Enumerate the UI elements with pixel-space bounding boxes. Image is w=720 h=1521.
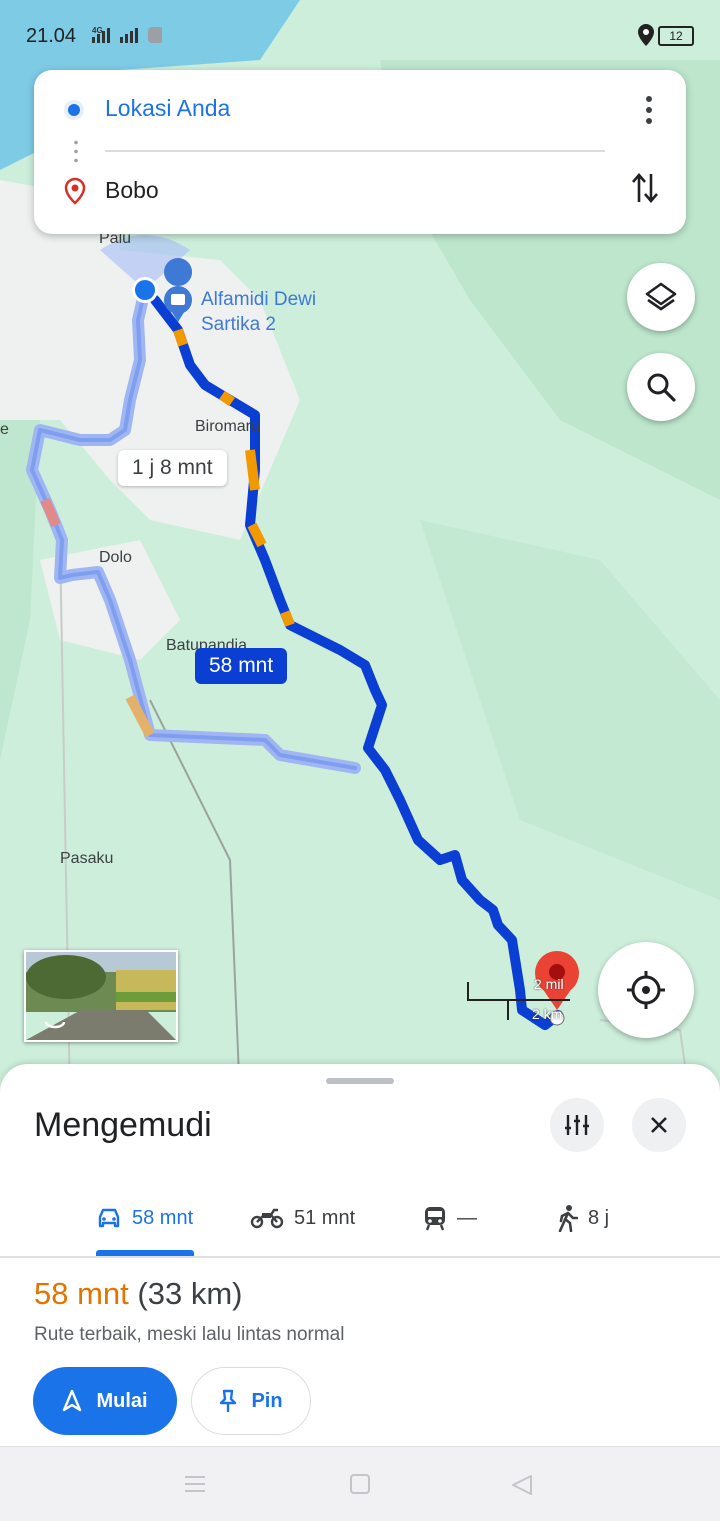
origin-field[interactable]: Lokasi Anda <box>105 95 230 122</box>
poi-label-line2: Sartika 2 <box>201 314 276 335</box>
motorcycle-icon <box>250 1208 284 1229</box>
poi-label[interactable]: Alfamidi Dewi Sartika 2 <box>201 287 316 337</box>
route-note: Rute terbaik, meski lalu lintas normal <box>34 1324 345 1345</box>
search-along-route-button[interactable] <box>627 353 695 421</box>
start-navigation-button[interactable]: Mulai <box>33 1367 177 1435</box>
my-location-button[interactable] <box>598 942 694 1038</box>
pin-label: Pin <box>251 1389 283 1412</box>
tab-motorcycle-label: 51 mnt <box>294 1206 356 1229</box>
pushpin-icon <box>220 1389 237 1412</box>
layers-icon <box>645 282 677 311</box>
close-icon <box>651 1117 667 1133</box>
sheet-title: Mengemudi <box>34 1106 212 1144</box>
route-distance: (33 km) <box>137 1276 243 1311</box>
directions-card: Lokasi Anda Bobo <box>34 70 686 234</box>
status-bar: 21.04 4G 12 <box>0 0 720 70</box>
fields-divider <box>105 150 605 152</box>
origin-dot-icon <box>64 100 84 120</box>
directions-sheet: Mengemudi 58 mnt 51 mnt — 8 j 58 mnt (33… <box>0 1064 720 1446</box>
status-time: 21.04 <box>26 25 77 47</box>
tab-transit-label: — <box>457 1206 477 1229</box>
tab-transit[interactable]: — <box>423 1198 477 1238</box>
destination-row[interactable]: Bobo <box>34 162 686 222</box>
map-label-dolo: Dolo <box>99 549 132 566</box>
crosshair-icon <box>627 971 665 1009</box>
layers-button[interactable] <box>627 263 695 331</box>
sliders-icon <box>565 1115 589 1135</box>
location-status-icon <box>638 24 654 51</box>
poi-label-line1: Alfamidi Dewi <box>201 289 317 310</box>
travel-mode-tabs: 58 mnt 51 mnt — 8 j <box>0 1190 720 1258</box>
home-nav-icon[interactable] <box>349 1473 371 1495</box>
active-tab-indicator <box>96 1250 194 1256</box>
map-scale: 2 mil 2 km <box>468 976 568 1022</box>
walk-icon <box>558 1205 578 1232</box>
tab-motorcycle[interactable]: 51 mnt <box>250 1198 355 1238</box>
alt-route-time-bubble[interactable]: 1 j 8 mnt <box>118 450 227 486</box>
destination-pin-icon <box>64 177 86 210</box>
pin-button[interactable]: Pin <box>191 1367 311 1435</box>
map-label-biromaru: Biromaru <box>195 418 260 435</box>
route-options-button[interactable] <box>550 1098 604 1152</box>
battery-indicator: 12 <box>658 26 694 46</box>
sheet-drag-handle[interactable] <box>326 1078 394 1084</box>
menu-nav-icon[interactable] <box>183 1473 207 1495</box>
search-icon <box>647 373 676 402</box>
main-route-time-bubble[interactable]: 58 mnt <box>195 648 288 684</box>
tab-walk[interactable]: 8 j <box>556 1198 609 1238</box>
close-button[interactable] <box>632 1098 686 1152</box>
map-label-pasaku: Pasaku <box>60 850 114 867</box>
system-nav-bar <box>0 1446 720 1521</box>
back-nav-icon[interactable] <box>510 1473 534 1497</box>
car-icon <box>98 1208 120 1228</box>
route-duration: 58 mnt <box>34 1276 129 1311</box>
tab-car-label: 58 mnt <box>132 1206 194 1229</box>
destination-field[interactable]: Bobo <box>105 177 159 204</box>
svg-text:4G: 4G <box>92 26 103 35</box>
start-label: Mulai <box>96 1389 148 1412</box>
scale-km: 2 km <box>532 1006 563 1022</box>
swap-direction-icon[interactable] <box>630 170 660 211</box>
more-options-icon[interactable] <box>646 96 652 124</box>
origin-row[interactable]: Lokasi Anda <box>34 80 686 140</box>
tab-walk-label: 8 j <box>588 1206 610 1229</box>
map-label-edge: e <box>0 421 9 438</box>
tab-car[interactable]: 58 mnt <box>96 1198 193 1238</box>
train-icon <box>425 1207 445 1231</box>
scale-miles: 2 mil <box>534 976 564 992</box>
route-summary: 58 mnt (33 km) <box>34 1276 242 1312</box>
navigation-arrow-icon <box>63 1389 82 1412</box>
signal-icon: 4G <box>92 26 164 47</box>
street-view-thumbnail[interactable] <box>24 950 178 1042</box>
